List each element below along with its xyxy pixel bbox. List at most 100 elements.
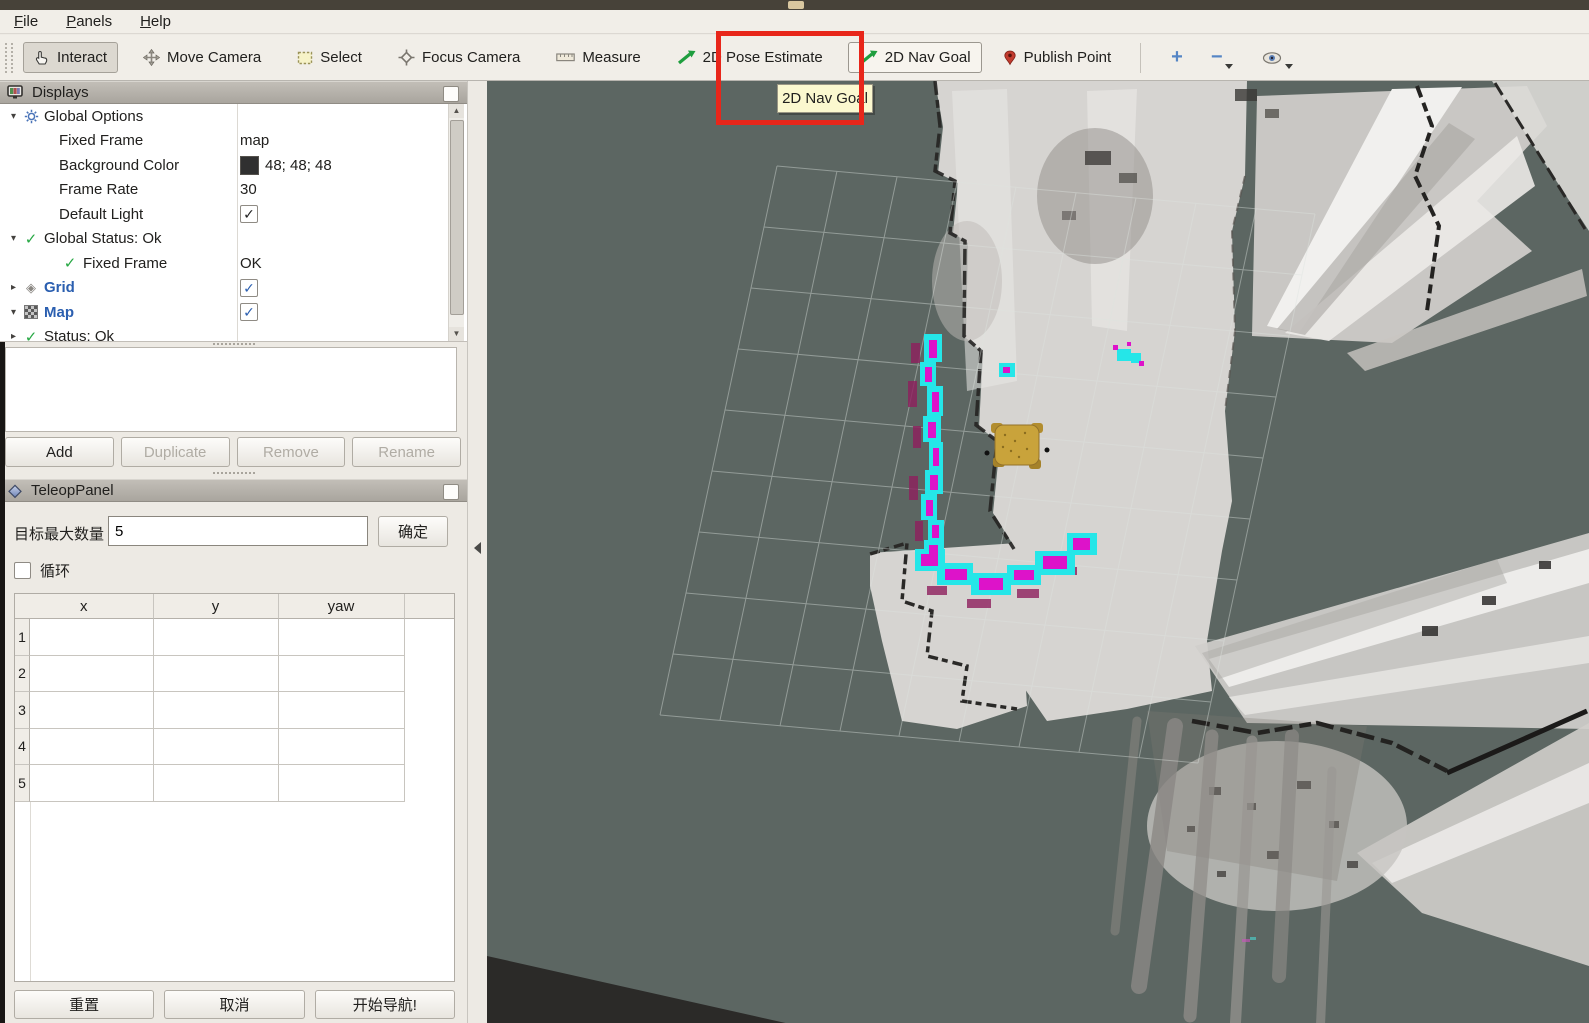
displays-tree-row[interactable]: Frame Rate30	[0, 178, 467, 203]
scroll-up-icon[interactable]: ▲	[449, 104, 464, 118]
displays-tree-row[interactable]: Default Light✓	[0, 202, 467, 227]
goal-row-number[interactable]: 2	[15, 656, 30, 693]
displays-tree-row[interactable]: ▾ Map ✓	[0, 300, 467, 325]
goal-cell[interactable]	[154, 729, 279, 766]
start-nav-button[interactable]: 开始导航!	[315, 990, 455, 1019]
max-goal-label: 目标最大数量	[14, 523, 104, 544]
goal-cell[interactable]	[30, 692, 154, 729]
toolbar-button-move-camera[interactable]: Move Camera	[132, 42, 272, 73]
goal-cell[interactable]	[30, 729, 154, 766]
toolbar-button-focus-camera[interactable]: Focus Camera	[387, 42, 531, 73]
expander-icon[interactable]: ▸	[6, 331, 21, 342]
goal-cell[interactable]	[154, 619, 279, 656]
toolbar-button-interact[interactable]: Interact	[23, 42, 118, 73]
camera-view-button[interactable]	[1261, 46, 1293, 69]
rename-button[interactable]: Rename	[352, 437, 461, 467]
toolbar-button-label: Select	[320, 49, 362, 66]
splitter-handle[interactable]	[213, 343, 255, 345]
chevron-down-icon[interactable]	[1285, 64, 1293, 69]
goal-column-header-x[interactable]: x	[15, 594, 154, 619]
panel-collapse-icon[interactable]	[474, 542, 481, 554]
tree-row-checkbox[interactable]: ✓	[240, 303, 258, 321]
displays-tree-row[interactable]: ✓Fixed FrameOK	[0, 251, 467, 276]
scrollbar-thumb[interactable]	[450, 120, 464, 315]
toolbar-button-publish-point[interactable]: Publish Point	[992, 42, 1123, 73]
tree-row-value: map	[240, 132, 269, 149]
goal-cell[interactable]	[154, 656, 279, 693]
expander-icon[interactable]: ▾	[6, 111, 21, 122]
3d-viewport[interactable]	[487, 81, 1589, 1023]
gear-icon	[24, 109, 39, 124]
goal-table[interactable]: xyyaw 12345	[14, 593, 455, 982]
chevron-down-icon[interactable]	[1225, 64, 1233, 69]
map-icon	[24, 305, 38, 319]
goal-row-number[interactable]: 1	[15, 619, 30, 656]
displays-tree-row[interactable]: ▸ ◈ Grid ✓	[0, 276, 467, 301]
goal-cell[interactable]	[30, 765, 154, 802]
menu-help[interactable]: Help	[140, 13, 171, 30]
displays-tree-row[interactable]: ▸✓Status: Ok	[0, 325, 467, 343]
toolbar-button-label: Move Camera	[167, 49, 261, 66]
map-pin-icon	[1003, 50, 1017, 66]
tree-row-label: Background Color	[56, 157, 179, 174]
tree-row-checkbox[interactable]: ✓	[240, 205, 258, 223]
displays-tree[interactable]: ▾Global OptionsFixed FramemapBackground …	[0, 104, 467, 342]
expander-icon[interactable]: ▾	[6, 233, 21, 244]
displays-tree-row[interactable]: ▾Global Options	[0, 104, 467, 129]
menu-panels[interactable]: Panels	[66, 13, 112, 30]
add-button[interactable]: Add	[5, 437, 114, 467]
goal-column-header-y[interactable]: y	[154, 594, 279, 619]
goal-row-number[interactable]: 3	[15, 692, 30, 729]
tree-row-label: Map	[41, 304, 74, 321]
toolbar-button-nav-goal[interactable]: 2D Nav Goal	[848, 42, 982, 73]
displays-tree-row[interactable]: Fixed Framemap	[0, 129, 467, 154]
window-mini-icon	[788, 1, 804, 9]
goal-cell[interactable]	[279, 692, 405, 729]
displays-tree-row[interactable]: Background Color48; 48; 48	[0, 153, 467, 178]
displays-panel-header[interactable]: Displays	[0, 81, 467, 104]
goal-cell[interactable]	[279, 619, 405, 656]
reset-button[interactable]: 重置	[14, 990, 154, 1019]
grid-icon: ◈	[26, 280, 36, 296]
toolbar-button-pose-estimate[interactable]: 2D Pose Estimate	[666, 42, 834, 73]
expander-icon[interactable]: ▾	[6, 307, 21, 318]
goal-cell[interactable]	[279, 656, 405, 693]
tree-row-label: Grid	[41, 279, 75, 296]
goal-cell[interactable]	[279, 729, 405, 766]
goal-cell[interactable]	[154, 765, 279, 802]
tree-row-label: Global Status: Ok	[41, 230, 162, 247]
max-goal-input[interactable]	[108, 516, 368, 546]
teleop-float-checkbox[interactable]	[443, 484, 459, 500]
splitter-handle[interactable]	[213, 472, 255, 474]
cancel-button[interactable]: 取消	[164, 990, 304, 1019]
toolbar-button-measure[interactable]: Measure	[545, 42, 651, 73]
green-arrow-icon	[859, 50, 878, 65]
goal-cell[interactable]	[30, 619, 154, 656]
loop-checkbox[interactable]	[14, 562, 31, 579]
goal-column-header-yaw[interactable]: yaw	[279, 594, 405, 619]
zoom-out-button[interactable]: −	[1211, 46, 1233, 69]
toolbar-drag-handle[interactable]	[5, 43, 13, 73]
teleop-panel-header[interactable]: TeleopPanel	[0, 479, 467, 502]
goal-cell[interactable]	[30, 656, 154, 693]
goal-row-number[interactable]: 4	[15, 729, 30, 766]
loop-row[interactable]: 循环	[14, 560, 70, 581]
scroll-down-icon[interactable]: ▼	[449, 327, 464, 341]
menu-file[interactable]: File	[14, 13, 38, 30]
remove-button[interactable]: Remove	[237, 437, 346, 467]
color-swatch[interactable]	[240, 156, 259, 175]
goal-cell[interactable]	[154, 692, 279, 729]
toolbar-button-select[interactable]: Select	[286, 42, 373, 73]
goal-row-number[interactable]: 5	[15, 765, 30, 802]
duplicate-button[interactable]: Duplicate	[121, 437, 230, 467]
zoom-in-button[interactable]: +	[1171, 46, 1183, 69]
displays-float-checkbox[interactable]	[443, 86, 459, 102]
displays-scrollbar[interactable]: ▲ ▼	[448, 104, 464, 341]
displays-tree-row[interactable]: ▾✓Global Status: Ok	[0, 227, 467, 252]
expander-icon[interactable]: ▸	[6, 282, 21, 293]
goal-cell[interactable]	[279, 765, 405, 802]
goal-column-header-filler	[405, 594, 455, 619]
ruler-icon	[556, 53, 575, 62]
tree-row-checkbox[interactable]: ✓	[240, 279, 258, 297]
confirm-button[interactable]: 确定	[378, 516, 448, 547]
